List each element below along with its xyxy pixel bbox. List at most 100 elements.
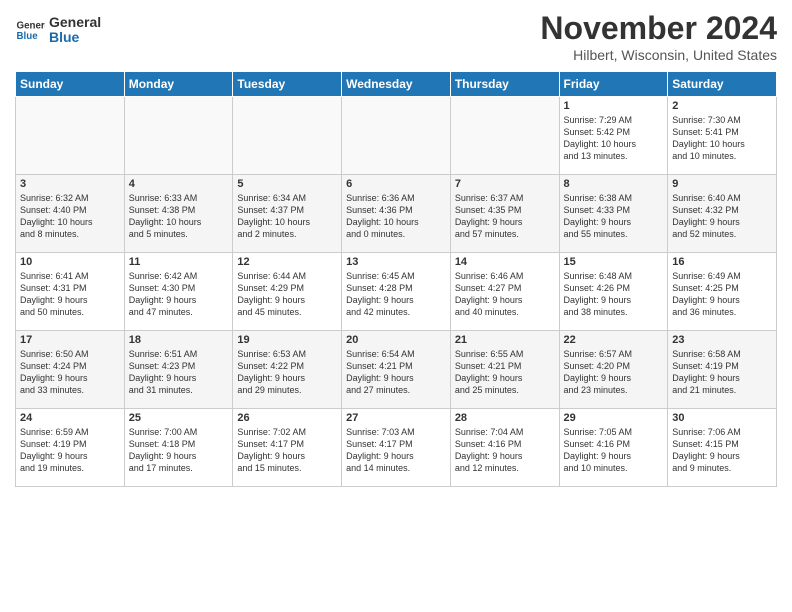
- day-info: Sunrise: 7:30 AM Sunset: 5:41 PM Dayligh…: [672, 114, 772, 163]
- day-info: Sunrise: 6:54 AM Sunset: 4:21 PM Dayligh…: [346, 348, 446, 397]
- calendar-cell: 11Sunrise: 6:42 AM Sunset: 4:30 PM Dayli…: [124, 253, 233, 331]
- day-number: 18: [129, 334, 229, 346]
- calendar-cell: [124, 97, 233, 175]
- svg-text:General: General: [17, 21, 46, 32]
- day-info: Sunrise: 6:37 AM Sunset: 4:35 PM Dayligh…: [455, 192, 555, 241]
- day-info: Sunrise: 6:32 AM Sunset: 4:40 PM Dayligh…: [20, 192, 120, 241]
- day-number: 28: [455, 412, 555, 424]
- calendar-cell: 28 Sunrise: 7:04 AM Sunset: 4:16 PM Dayli…: [450, 409, 559, 487]
- day-info: Sunrise: 6:55 AM Sunset: 4:21 PM Dayligh…: [455, 348, 555, 397]
- day-number: 19: [237, 334, 337, 346]
- day-number: 23: [672, 334, 772, 346]
- day-info: Sunrise: 7:04 AM Sunset: 4:16 PM Dayligh…: [455, 426, 555, 475]
- calendar-cell: 9Sunrise: 6:40 AM Sunset: 4:32 PM Daylig…: [668, 175, 777, 253]
- calendar-cell: 29Sunrise: 7:05 AM Sunset: 4:16 PM Dayli…: [559, 409, 668, 487]
- logo-text-general: General: [49, 15, 101, 30]
- weekday-header-saturday: Saturday: [668, 72, 777, 97]
- calendar-cell: [450, 97, 559, 175]
- calendar-cell: 24 Sunrise: 6:59 AM Sunset: 4:19 PM Dayli…: [16, 409, 125, 487]
- day-info: Sunrise: 6:50 AM Sunset: 4:24 PM Dayligh…: [20, 348, 120, 397]
- day-number: 25: [129, 412, 229, 424]
- day-number: 12: [237, 256, 337, 268]
- day-number: 7: [455, 178, 555, 190]
- day-number: 8: [564, 178, 664, 190]
- day-number: 6: [346, 178, 446, 190]
- day-info: Sunrise: 6:36 AM Sunset: 4:36 PM Dayligh…: [346, 192, 446, 241]
- calendar-cell: 26 Sunrise: 7:02 AM Sunset: 4:17 PM Dayli…: [233, 409, 342, 487]
- calendar-cell: 18 Sunrise: 6:51 AM Sunset: 4:23 PM Dayli…: [124, 331, 233, 409]
- day-info: Sunrise: 7:02 AM Sunset: 4:17 PM Dayligh…: [237, 426, 337, 475]
- day-number: 30: [672, 412, 772, 424]
- weekday-header-monday: Monday: [124, 72, 233, 97]
- day-info: Sunrise: 6:33 AM Sunset: 4:38 PM Dayligh…: [129, 192, 229, 241]
- day-info: Sunrise: 6:46 AM Sunset: 4:27 PM Dayligh…: [455, 270, 555, 319]
- logo: General Blue General Blue: [15, 15, 101, 46]
- calendar-cell: 10Sunrise: 6:41 AM Sunset: 4:31 PM Dayli…: [16, 253, 125, 331]
- day-info: Sunrise: 7:03 AM Sunset: 4:17 PM Dayligh…: [346, 426, 446, 475]
- header: General Blue General Blue November 2024 …: [15, 10, 777, 63]
- calendar-cell: 2 Sunrise: 7:30 AM Sunset: 5:41 PM Daylig…: [668, 97, 777, 175]
- day-info: Sunrise: 6:48 AM Sunset: 4:26 PM Dayligh…: [564, 270, 664, 319]
- calendar-cell: 20Sunrise: 6:54 AM Sunset: 4:21 PM Dayli…: [342, 331, 451, 409]
- calendar-cell: 27 Sunrise: 7:03 AM Sunset: 4:17 PM Dayli…: [342, 409, 451, 487]
- day-info: Sunrise: 6:44 AM Sunset: 4:29 PM Dayligh…: [237, 270, 337, 319]
- day-number: 29: [564, 412, 664, 424]
- day-number: 10: [20, 256, 120, 268]
- calendar-cell: 1 Sunrise: 7:29 AM Sunset: 5:42 PM Daylig…: [559, 97, 668, 175]
- day-number: 24: [20, 412, 120, 424]
- day-number: 14: [455, 256, 555, 268]
- logo-icon: General Blue: [15, 15, 45, 45]
- calendar-cell: 13 Sunrise: 6:45 AM Sunset: 4:28 PM Dayli…: [342, 253, 451, 331]
- calendar-cell: 19 Sunrise: 6:53 AM Sunset: 4:22 PM Dayli…: [233, 331, 342, 409]
- calendar-week-row: 17Sunrise: 6:50 AM Sunset: 4:24 PM Dayli…: [16, 331, 777, 409]
- day-number: 4: [129, 178, 229, 190]
- day-number: 2: [672, 100, 772, 112]
- day-info: Sunrise: 6:38 AM Sunset: 4:33 PM Dayligh…: [564, 192, 664, 241]
- weekday-header-friday: Friday: [559, 72, 668, 97]
- calendar-cell: 8 Sunrise: 6:38 AM Sunset: 4:33 PM Daylig…: [559, 175, 668, 253]
- day-number: 15: [564, 256, 664, 268]
- calendar-cell: 30 Sunrise: 7:06 AM Sunset: 4:15 PM Dayli…: [668, 409, 777, 487]
- day-info: Sunrise: 6:59 AM Sunset: 4:19 PM Dayligh…: [20, 426, 120, 475]
- month-title: November 2024: [540, 10, 777, 47]
- day-info: Sunrise: 6:51 AM Sunset: 4:23 PM Dayligh…: [129, 348, 229, 397]
- day-info: Sunrise: 6:45 AM Sunset: 4:28 PM Dayligh…: [346, 270, 446, 319]
- calendar-week-row: 24 Sunrise: 6:59 AM Sunset: 4:19 PM Dayli…: [16, 409, 777, 487]
- calendar-cell: [16, 97, 125, 175]
- day-number: 3: [20, 178, 120, 190]
- calendar-cell: 21Sunrise: 6:55 AM Sunset: 4:21 PM Dayli…: [450, 331, 559, 409]
- day-number: 13: [346, 256, 446, 268]
- calendar-cell: 6 Sunrise: 6:36 AM Sunset: 4:36 PM Daylig…: [342, 175, 451, 253]
- weekday-header-thursday: Thursday: [450, 72, 559, 97]
- day-info: Sunrise: 6:42 AM Sunset: 4:30 PM Dayligh…: [129, 270, 229, 319]
- svg-text:Blue: Blue: [17, 31, 39, 42]
- day-number: 22: [564, 334, 664, 346]
- location: Hilbert, Wisconsin, United States: [540, 47, 777, 63]
- day-info: Sunrise: 6:57 AM Sunset: 4:20 PM Dayligh…: [564, 348, 664, 397]
- calendar-cell: [342, 97, 451, 175]
- logo-text-blue: Blue: [49, 30, 101, 45]
- day-info: Sunrise: 6:53 AM Sunset: 4:22 PM Dayligh…: [237, 348, 337, 397]
- calendar-cell: 14 Sunrise: 6:46 AM Sunset: 4:27 PM Dayli…: [450, 253, 559, 331]
- day-info: Sunrise: 7:29 AM Sunset: 5:42 PM Dayligh…: [564, 114, 664, 163]
- day-info: Sunrise: 7:06 AM Sunset: 4:15 PM Dayligh…: [672, 426, 772, 475]
- calendar-cell: 4 Sunrise: 6:33 AM Sunset: 4:38 PM Daylig…: [124, 175, 233, 253]
- day-number: 26: [237, 412, 337, 424]
- day-info: Sunrise: 6:34 AM Sunset: 4:37 PM Dayligh…: [237, 192, 337, 241]
- day-info: Sunrise: 7:00 AM Sunset: 4:18 PM Dayligh…: [129, 426, 229, 475]
- day-info: Sunrise: 6:49 AM Sunset: 4:25 PM Dayligh…: [672, 270, 772, 319]
- calendar-week-row: 10Sunrise: 6:41 AM Sunset: 4:31 PM Dayli…: [16, 253, 777, 331]
- day-number: 1: [564, 100, 664, 112]
- calendar-cell: 16Sunrise: 6:49 AM Sunset: 4:25 PM Dayli…: [668, 253, 777, 331]
- calendar-cell: 23 Sunrise: 6:58 AM Sunset: 4:19 PM Dayli…: [668, 331, 777, 409]
- calendar-cell: 22 Sunrise: 6:57 AM Sunset: 4:20 PM Dayli…: [559, 331, 668, 409]
- calendar-cell: 12 Sunrise: 6:44 AM Sunset: 4:29 PM Dayli…: [233, 253, 342, 331]
- calendar-cell: 3 Sunrise: 6:32 AM Sunset: 4:40 PM Daylig…: [16, 175, 125, 253]
- day-number: 5: [237, 178, 337, 190]
- day-number: 27: [346, 412, 446, 424]
- page-container: General Blue General Blue November 2024 …: [0, 0, 792, 497]
- day-info: Sunrise: 6:58 AM Sunset: 4:19 PM Dayligh…: [672, 348, 772, 397]
- calendar-cell: 5 Sunrise: 6:34 AM Sunset: 4:37 PM Daylig…: [233, 175, 342, 253]
- calendar-cell: 15 Sunrise: 6:48 AM Sunset: 4:26 PM Dayli…: [559, 253, 668, 331]
- weekday-header-wednesday: Wednesday: [342, 72, 451, 97]
